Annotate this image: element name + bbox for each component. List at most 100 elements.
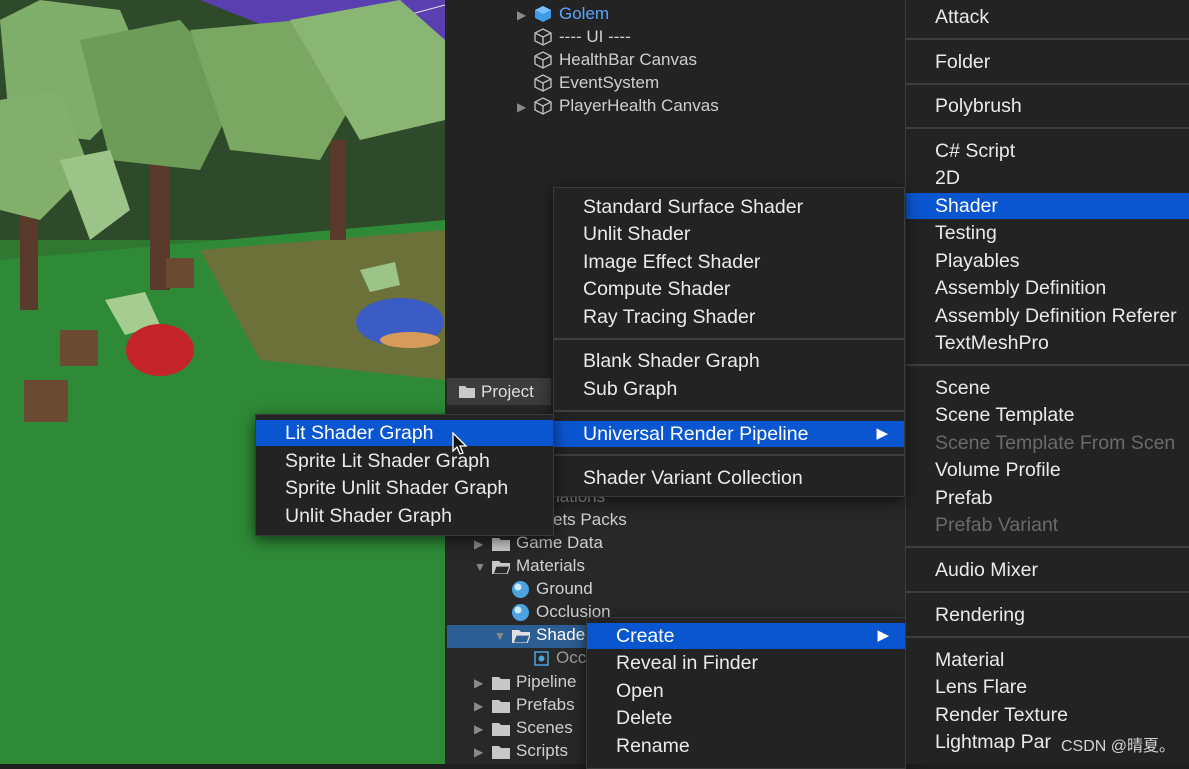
gameobject-cube-icon: [534, 74, 552, 92]
context-menu-create[interactable]: Create ▶: [587, 623, 905, 649]
folder-icon: [492, 746, 510, 759]
urp-menu-sprite-unlit-shader-graph[interactable]: Sprite Unlit Shader Graph: [256, 475, 553, 501]
material-sphere-icon: [512, 604, 529, 621]
expand-arrow-icon[interactable]: ▶: [517, 8, 526, 22]
project-item-occ-shader[interactable]: Occ: [556, 648, 586, 668]
shader-menu-universal-render-pipeline[interactable]: Universal Render Pipeline ▶: [554, 421, 904, 447]
create-menu-prefab-label: Prefab: [935, 487, 993, 509]
context-menu-open-label: Open: [616, 680, 664, 702]
context-menu-reveal-in-finder[interactable]: Reveal in Finder: [587, 650, 905, 676]
shader-menu-unlit[interactable]: Unlit Shader: [554, 221, 904, 247]
shader-menu-image-effect[interactable]: Image Effect Shader: [554, 249, 904, 275]
hierarchy-item-eventsystem[interactable]: EventSystem: [559, 73, 659, 93]
create-menu-shader-label: Shader: [935, 195, 998, 217]
project-item-scripts[interactable]: Scripts: [516, 741, 568, 761]
context-menu-delete[interactable]: Delete: [587, 705, 905, 731]
tab-project[interactable]: Project: [447, 378, 551, 405]
create-menu-testing[interactable]: Testing: [906, 220, 1189, 246]
shader-menu-compute[interactable]: Compute Shader: [554, 276, 904, 302]
create-menu-lens-flare[interactable]: Lens Flare: [906, 674, 1189, 700]
create-menu-tmp-label: TextMeshPro: [935, 332, 1049, 354]
menu-separator: [906, 636, 1189, 638]
create-menu-prefab-variant-label: Prefab Variant: [935, 514, 1059, 536]
create-menu-prefab-variant: Prefab Variant: [906, 512, 1189, 538]
open-folder-icon: [512, 630, 530, 643]
collapse-arrow-icon[interactable]: ▼: [494, 629, 506, 643]
project-item-materials[interactable]: Materials: [516, 556, 585, 576]
gameobject-cube-icon: [534, 97, 552, 115]
create-menu-attack-label: Attack: [935, 6, 990, 28]
create-menu-folder[interactable]: Folder: [906, 49, 1189, 75]
project-item-pipeline[interactable]: Pipeline: [516, 672, 577, 692]
create-menu-scene-template[interactable]: Scene Template: [906, 402, 1189, 428]
shader-menu-unlit-label: Unlit Shader: [583, 223, 691, 245]
shader-menu-ray-tracing[interactable]: Ray Tracing Shader: [554, 304, 904, 330]
expand-arrow-icon[interactable]: ▶: [517, 100, 526, 114]
project-item-game-data[interactable]: Game Data: [516, 533, 603, 553]
shader-menu-standard-surface[interactable]: Standard Surface Shader: [554, 194, 904, 220]
context-menu-rename[interactable]: Rename: [587, 733, 905, 759]
expand-arrow-icon[interactable]: ▶: [474, 722, 483, 736]
create-menu-prefab[interactable]: Prefab: [906, 485, 1189, 511]
create-menu-material-label: Material: [935, 649, 1005, 671]
hierarchy-item-ui-separator[interactable]: ---- UI ----: [559, 27, 631, 47]
create-menu-playables[interactable]: Playables: [906, 248, 1189, 274]
create-menu-textmeshpro[interactable]: TextMeshPro: [906, 330, 1189, 356]
expand-arrow-icon[interactable]: ▶: [474, 676, 483, 690]
shader-menu-compute-label: Compute Shader: [583, 278, 731, 300]
hierarchy-item-playerhealth-canvas[interactable]: PlayerHealth Canvas: [559, 96, 719, 116]
expand-arrow-icon[interactable]: ▶: [474, 745, 483, 759]
open-folder-icon: [492, 561, 510, 574]
create-menu-material[interactable]: Material: [906, 647, 1189, 673]
project-item-prefabs[interactable]: Prefabs: [516, 695, 575, 715]
expand-arrow-icon[interactable]: ▶: [474, 537, 483, 551]
create-menu-render-texture[interactable]: Render Texture: [906, 702, 1189, 728]
gameobject-cube-icon: [534, 51, 552, 69]
context-menu-reveal-label: Reveal in Finder: [616, 652, 758, 674]
project-item-ground[interactable]: Ground: [536, 579, 593, 599]
urp-menu-lit-label: Lit Shader Graph: [285, 422, 434, 444]
urp-menu-unlit-shader-graph[interactable]: Unlit Shader Graph: [256, 503, 553, 529]
prefab-cube-icon: [535, 6, 551, 22]
create-menu-rendering[interactable]: Rendering: [906, 602, 1189, 628]
project-item-assets-packs[interactable]: ets Packs: [553, 510, 627, 530]
project-item-shaders[interactable]: Shade: [536, 625, 585, 645]
hierarchy-item-golem[interactable]: Golem: [559, 4, 609, 24]
project-item-scenes[interactable]: Scenes: [516, 718, 573, 738]
shader-menu-variant-collection[interactable]: Shader Variant Collection: [554, 465, 904, 491]
create-menu-2d[interactable]: 2D: [906, 165, 1189, 191]
menu-separator: [554, 454, 904, 456]
menu-separator: [554, 410, 904, 412]
create-menu-folder-label: Folder: [935, 51, 991, 73]
create-menu-audio-mixer[interactable]: Audio Mixer: [906, 557, 1189, 583]
create-menu-asmdef-label: Assembly Definition: [935, 277, 1107, 299]
create-menu-playables-label: Playables: [935, 250, 1020, 272]
create-menu-attack[interactable]: Attack: [906, 4, 1189, 30]
create-menu-shader[interactable]: Shader: [906, 193, 1189, 219]
context-menu-open[interactable]: Open: [587, 678, 905, 704]
urp-menu-lit-shader-graph[interactable]: Lit Shader Graph: [256, 420, 553, 446]
create-menu-2d-label: 2D: [935, 167, 960, 189]
expand-arrow-icon[interactable]: ▶: [474, 699, 483, 713]
watermark: CSDN @晴夏。: [1060, 738, 1175, 755]
shader-menu-urp-label: Universal Render Pipeline: [583, 423, 809, 445]
hierarchy-item-healthbar-canvas[interactable]: HealthBar Canvas: [559, 50, 697, 70]
create-menu-scene[interactable]: Scene: [906, 375, 1189, 401]
scene-view[interactable]: [0, 0, 445, 764]
create-menu-assembly-definition[interactable]: Assembly Definition: [906, 275, 1189, 301]
mouse-cursor-icon: [452, 432, 468, 455]
create-menu-scene-label: Scene: [935, 377, 991, 399]
urp-menu-sprite-lit-shader-graph[interactable]: Sprite Lit Shader Graph: [256, 448, 553, 474]
scene-render: [0, 0, 445, 764]
create-menu-assembly-definition-reference[interactable]: Assembly Definition Referer: [906, 303, 1189, 329]
shader-menu-sub-graph[interactable]: Sub Graph: [554, 376, 904, 402]
shader-menu-blank-shader-graph[interactable]: Blank Shader Graph: [554, 348, 904, 374]
collapse-arrow-icon[interactable]: ▼: [474, 560, 486, 574]
create-menu-rendering-label: Rendering: [935, 604, 1025, 626]
create-menu-csharp-script[interactable]: C# Script: [906, 138, 1189, 164]
submenu-arrow-icon: ▶: [877, 627, 889, 644]
folder-icon: [492, 723, 510, 736]
create-menu-volume-profile[interactable]: Volume Profile: [906, 457, 1189, 483]
create-menu-polybrush[interactable]: Polybrush: [906, 93, 1189, 119]
material-sphere-icon: [512, 581, 529, 598]
